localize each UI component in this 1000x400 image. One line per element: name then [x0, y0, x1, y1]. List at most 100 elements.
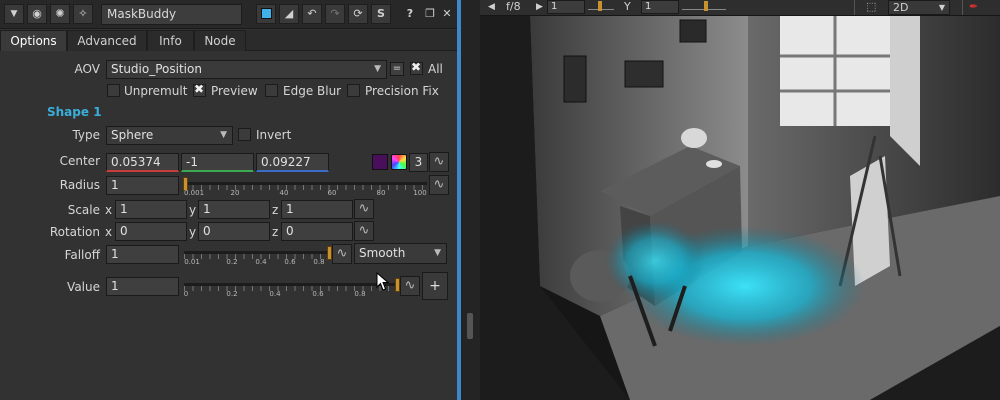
center-z-field[interactable]: 0.09227 — [256, 153, 329, 172]
split-view-icon[interactable]: ◢ — [279, 4, 299, 24]
center-y-field[interactable]: -1 — [181, 153, 254, 172]
curve-icon[interactable]: ∿ — [429, 175, 449, 195]
invert-checkbox[interactable] — [238, 128, 251, 141]
collapse-arrow-icon[interactable]: ▼ — [4, 4, 24, 24]
tab-node[interactable]: Node — [194, 30, 246, 51]
wrench-icon[interactable]: ✧ — [73, 4, 93, 24]
tick-label: 0.6 — [312, 290, 324, 298]
viewer-canvas[interactable] — [480, 16, 1000, 400]
z-axis-label: z — [272, 225, 279, 239]
tick-label: 0.2 — [226, 258, 238, 266]
falloff-field[interactable]: 1 — [106, 245, 179, 264]
tick-label: 0.001 — [183, 189, 205, 197]
chevron-down-icon: ▼ — [220, 130, 227, 140]
scrollbar-thumb[interactable] — [467, 313, 473, 339]
aov-label: AOV — [74, 62, 100, 76]
center-x-field[interactable]: 0.05374 — [106, 153, 179, 172]
aov-value: Studio_Position — [111, 62, 202, 76]
falloff-mode-dropdown[interactable]: Smooth ▼ — [354, 243, 447, 264]
close-icon[interactable]: ✕ — [437, 4, 457, 24]
preview-label: Preview — [211, 84, 258, 98]
aov-minus-button[interactable]: = — [390, 62, 404, 76]
tab-advanced[interactable]: Advanced — [67, 30, 147, 51]
add-shape-button[interactable]: + — [422, 272, 448, 300]
edge-blur-checkbox[interactable] — [265, 84, 278, 97]
teapot — [681, 128, 707, 148]
region-icon[interactable]: ⬚ — [866, 0, 876, 15]
color-picker-swatch[interactable] — [372, 154, 388, 170]
falloff-label: Falloff — [64, 248, 100, 262]
picture-frame — [624, 60, 664, 88]
teacup — [706, 160, 722, 168]
scale-y-field[interactable]: 1 — [198, 200, 270, 219]
section-title: Shape 1 — [47, 105, 102, 119]
bug-icon[interactable]: ✺ — [50, 4, 70, 24]
y-axis-label: y — [189, 225, 197, 239]
undo-icon[interactable]: ↶ — [302, 4, 322, 24]
channel-count[interactable]: 3 — [409, 153, 428, 172]
paint-brush-icon[interactable]: ✒ — [969, 0, 978, 15]
prev-fstop-icon[interactable]: ◀ — [488, 0, 495, 15]
curve-icon[interactable]: ∿ — [400, 276, 420, 296]
tick-label: 100 — [413, 189, 427, 197]
tick-label: 20 — [230, 189, 240, 197]
vertical-scrollbar[interactable] — [461, 0, 480, 400]
aov-dropdown[interactable]: Studio_Position ▼ — [106, 60, 387, 79]
tick-label: 0.4 — [255, 258, 267, 266]
type-dropdown[interactable]: Sphere ▼ — [106, 126, 233, 145]
rotation-x-field[interactable]: 0 — [115, 222, 187, 241]
color-wheel-icon[interactable] — [391, 154, 407, 170]
y-field[interactable]: 1 — [641, 0, 679, 14]
help-icon[interactable]: ? — [400, 4, 420, 24]
x-axis-label: x — [105, 203, 113, 217]
rotation-z-field[interactable]: 0 — [281, 222, 353, 241]
redo-icon[interactable]: ↷ — [325, 4, 345, 24]
view-mode-dropdown[interactable]: 2D ▼ — [888, 0, 950, 15]
precision-fix-checkbox[interactable] — [347, 84, 360, 97]
render-image — [480, 16, 1000, 400]
node-name-field[interactable]: MaskBuddy — [101, 4, 242, 25]
curve-icon[interactable]: ∿ — [354, 199, 374, 219]
curve-icon[interactable]: ∿ — [354, 221, 374, 241]
gamma-slider[interactable] — [682, 1, 726, 11]
chevron-down-icon: ▼ — [938, 3, 945, 12]
radius-label: Radius — [59, 178, 100, 192]
falloff-mode-value: Smooth — [359, 246, 406, 260]
scale-x-field[interactable]: 1 — [115, 200, 187, 219]
type-label: Type — [72, 128, 100, 142]
toolbar-divider — [962, 0, 963, 15]
value-slider[interactable]: 0 0.2 0.4 0.6 0.8 — [183, 278, 400, 304]
preview-checkbox[interactable] — [193, 82, 206, 97]
edge-blur-label: Edge Blur — [283, 84, 342, 98]
curve-icon[interactable]: ∿ — [429, 152, 449, 172]
next-fstop-icon[interactable]: ▶ — [536, 0, 543, 15]
scale-z-field[interactable]: 1 — [281, 200, 353, 219]
unpremult-checkbox[interactable] — [107, 84, 120, 97]
chevron-down-icon: ▼ — [374, 64, 381, 74]
radius-field[interactable]: 1 — [106, 176, 179, 195]
node-toolbar: ▼ ◉ ✺ ✧ MaskBuddy ◢ ↶ ↷ ⟳ S ? ❐ ✕ — [0, 0, 457, 29]
tick-label: 0.4 — [269, 290, 281, 298]
gain-slider[interactable] — [588, 1, 614, 11]
tick-label: 40 — [279, 189, 289, 197]
rotation-y-field[interactable]: 0 — [198, 222, 270, 241]
script-icon[interactable]: S — [371, 4, 391, 24]
refresh-icon[interactable]: ⟳ — [348, 4, 368, 24]
curve-icon[interactable]: ∿ — [332, 244, 352, 264]
value-field[interactable]: 1 — [106, 277, 179, 296]
properties-panel: ▼ ◉ ✺ ✧ MaskBuddy ◢ ↶ ↷ ⟳ S ? ❐ ✕ Option… — [0, 0, 457, 400]
color-swatch-icon[interactable] — [256, 4, 276, 24]
record-icon[interactable]: ◉ — [27, 4, 47, 24]
unpremult-label: Unpremult — [124, 84, 188, 98]
tick-label: 80 — [376, 189, 386, 197]
frame-field[interactable]: 1 — [547, 0, 585, 14]
invert-label: Invert — [256, 128, 292, 142]
tab-options[interactable]: Options — [0, 30, 67, 51]
tick-label: 0.8 — [354, 290, 366, 298]
value-label: Value — [67, 280, 100, 294]
type-value: Sphere — [111, 128, 154, 142]
all-checkbox[interactable] — [410, 60, 423, 75]
tick-label: 0 — [183, 290, 189, 298]
falloff-slider[interactable]: 0.01 0.2 0.4 0.6 0.8 — [184, 246, 332, 272]
tab-info[interactable]: Info — [147, 30, 194, 51]
